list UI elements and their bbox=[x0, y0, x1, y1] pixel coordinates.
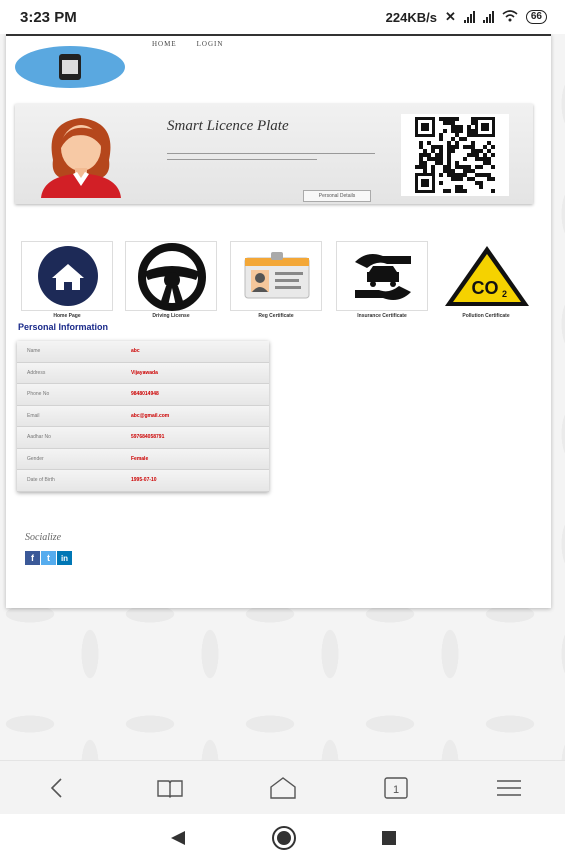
signal-icon bbox=[463, 11, 475, 23]
divider bbox=[167, 159, 317, 160]
nav-login-link[interactable]: LOGIN bbox=[197, 40, 224, 48]
chevron-left-icon bbox=[50, 777, 62, 798]
pollution-certificate-label: Pollution Certificate bbox=[462, 313, 510, 319]
home-circle-icon bbox=[271, 825, 296, 850]
id-card-icon bbox=[244, 252, 310, 299]
reg-certificate-label: Reg Certificate bbox=[258, 313, 294, 319]
nav-home-link[interactable]: HOME bbox=[152, 40, 177, 48]
table-row: Address Vijayawada bbox=[17, 362, 269, 384]
battery-icon: 66 bbox=[525, 10, 547, 24]
car-insurance-icon bbox=[355, 254, 411, 300]
wifi-icon bbox=[502, 9, 518, 25]
table-row: Gender Female bbox=[17, 448, 269, 470]
system-back-button[interactable] bbox=[169, 830, 187, 851]
system-nav-bar bbox=[0, 814, 565, 866]
table-row: Email abc@gmail.com bbox=[17, 405, 269, 427]
reg-certificate-card[interactable] bbox=[230, 241, 322, 311]
web-content[interactable]: HOME LOGIN Smart Licence Plate Personal … bbox=[0, 34, 565, 760]
signal-lte-icon bbox=[482, 11, 494, 23]
book-icon bbox=[156, 779, 183, 798]
system-home-button[interactable] bbox=[271, 825, 297, 856]
alarm-off-icon: ✕ bbox=[444, 9, 456, 24]
personal-info-title: Personal Information bbox=[18, 322, 109, 332]
steering-wheel-icon bbox=[138, 243, 206, 311]
field-label: Gender bbox=[27, 455, 44, 462]
field-label: Email bbox=[27, 412, 40, 419]
field-label: Name bbox=[27, 348, 41, 355]
field-value: 1995-07-10 bbox=[131, 477, 157, 484]
facebook-icon[interactable]: f bbox=[25, 551, 40, 565]
linkedin-icon[interactable]: in bbox=[57, 551, 72, 565]
home-outline-icon bbox=[269, 776, 296, 799]
home-button[interactable] bbox=[263, 768, 303, 808]
menu-button[interactable] bbox=[489, 768, 529, 808]
twitter-icon[interactable]: t bbox=[41, 551, 56, 565]
field-value: abc bbox=[131, 348, 140, 355]
social-links: f t in bbox=[25, 551, 72, 565]
insurance-certificate-card[interactable] bbox=[336, 241, 428, 311]
driving-license-card[interactable] bbox=[125, 241, 217, 311]
house-icon bbox=[38, 246, 98, 306]
feature-cards: Home Page Driving License Reg Certificat… bbox=[15, 241, 535, 323]
hero-title: Smart Licence Plate bbox=[167, 118, 289, 134]
field-value: 9848014948 bbox=[131, 391, 159, 398]
back-triangle-icon bbox=[170, 830, 185, 845]
tabs-icon: 1 bbox=[383, 776, 408, 799]
recents-square-icon bbox=[381, 830, 396, 845]
home-page-card[interactable] bbox=[21, 241, 113, 311]
socialize-title: Socialize bbox=[25, 532, 62, 543]
table-row: Date of Birth 1995-07-10 bbox=[17, 470, 269, 492]
bookmarks-button[interactable] bbox=[150, 768, 190, 808]
hero-banner: Smart Licence Plate Personal Details bbox=[15, 104, 533, 204]
network-speed: 224KB/s bbox=[385, 9, 437, 25]
hamburger-menu-icon bbox=[496, 779, 521, 796]
svg-text:2: 2 bbox=[502, 289, 507, 299]
co2-warning-icon: CO 2 bbox=[445, 246, 529, 306]
qr-code bbox=[401, 114, 509, 196]
status-time: 3:23 PM bbox=[20, 8, 77, 26]
insurance-certificate-label: Insurance Certificate bbox=[357, 313, 407, 319]
field-label: Aadhar No bbox=[27, 434, 51, 441]
status-icons: 224KB/s ✕ 66 bbox=[386, 9, 547, 25]
field-value: Vijayawada bbox=[131, 369, 158, 376]
status-bar: 3:23 PM 224KB/s ✕ 66 bbox=[0, 0, 565, 34]
tabs-button[interactable]: 1 bbox=[376, 768, 416, 808]
field-label: Address bbox=[27, 369, 46, 376]
table-row: Phone No 9848014948 bbox=[17, 384, 269, 406]
phone-icon bbox=[59, 54, 81, 80]
field-label: Date of Birth bbox=[27, 477, 55, 484]
field-value: abc@gmail.com bbox=[131, 412, 170, 419]
table-row: Aadhar No 597684058791 bbox=[17, 427, 269, 449]
top-rule bbox=[6, 34, 551, 36]
browser-toolbar: 1 bbox=[0, 760, 565, 814]
back-button[interactable] bbox=[37, 768, 77, 808]
top-nav: HOME LOGIN bbox=[152, 40, 223, 48]
system-recents-button[interactable] bbox=[381, 830, 397, 851]
user-avatar bbox=[35, 112, 127, 198]
svg-text:CO: CO bbox=[472, 278, 499, 298]
driving-license-label: Driving License bbox=[152, 313, 190, 319]
field-value: Female bbox=[131, 455, 149, 462]
table-row: Name abc bbox=[17, 341, 269, 363]
personal-info-table: Name abc Address Vijayawada Phone No 98480149… bbox=[17, 341, 269, 492]
home-page-label: Home Page bbox=[53, 313, 81, 319]
field-label: Phone No bbox=[27, 391, 50, 398]
svg-text:1: 1 bbox=[392, 784, 398, 796]
pollution-certificate-card[interactable]: CO 2 bbox=[440, 241, 532, 311]
divider bbox=[167, 153, 375, 154]
page-container: HOME LOGIN Smart Licence Plate Personal … bbox=[6, 34, 551, 608]
personal-details-button[interactable]: Personal Details bbox=[303, 190, 371, 202]
field-value: 597684058791 bbox=[131, 434, 165, 441]
site-logo[interactable] bbox=[15, 46, 125, 88]
